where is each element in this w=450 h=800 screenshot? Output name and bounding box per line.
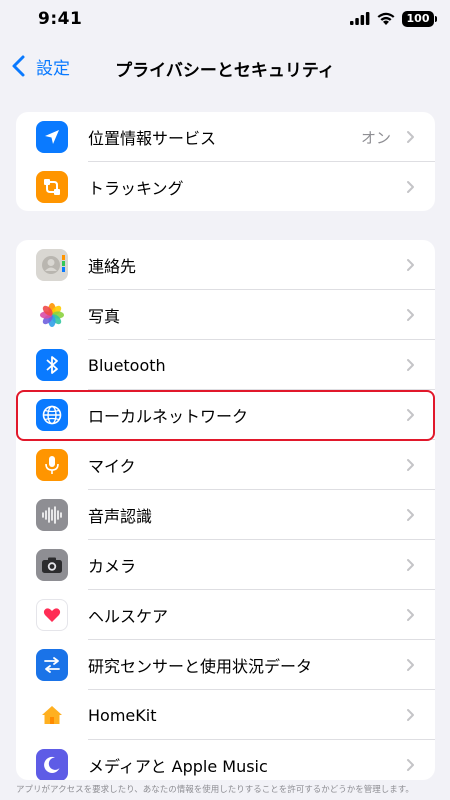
row-label: 連絡先 — [88, 257, 137, 276]
settings-group-permissions: 連絡先 写真 Bluetooth ローカルネットワーク マイク 音声認識 カメラ… — [16, 240, 435, 780]
chevron-right-icon — [407, 659, 414, 671]
row-label: メディアと Apple Music — [88, 757, 268, 776]
chevron-right-icon — [407, 459, 414, 471]
photos-icon — [36, 299, 68, 331]
heart-icon — [36, 599, 68, 631]
globe-icon — [36, 399, 68, 431]
row-label: 位置情報サービス — [88, 129, 217, 148]
row-location-services[interactable]: 位置情報サービス オン — [16, 112, 435, 162]
cellular-signal-icon — [350, 12, 370, 25]
tracking-icon — [36, 171, 68, 203]
status-bar: 9:41 100 — [0, 0, 450, 40]
row-label: 音声認識 — [88, 507, 153, 526]
row-label: HomeKit — [88, 705, 157, 725]
row-label: ヘルスケア — [88, 607, 169, 626]
settings-group-location: 位置情報サービス オン トラッキング — [16, 112, 435, 211]
row-media-apple-music[interactable]: メディアと Apple Music — [16, 740, 435, 780]
status-time: 9:41 — [38, 9, 83, 29]
row-label: マイク — [88, 457, 136, 476]
page-title: プライバシーとセキュリティ — [115, 61, 335, 81]
footer-note: アプリがアクセスを要求したり、あなたの情報を使用したりすることを許可するかどうか… — [16, 785, 414, 795]
row-label: ローカルネットワーク — [88, 407, 249, 426]
chevron-right-icon — [407, 359, 414, 371]
chevron-right-icon — [407, 131, 414, 143]
camera-icon — [36, 549, 68, 581]
research-icon — [36, 649, 68, 681]
chevron-right-icon — [407, 409, 414, 421]
chevron-right-icon — [407, 309, 414, 321]
navigation-bar: 設定 プライバシーとセキュリティ — [0, 44, 450, 88]
row-local-network[interactable]: ローカルネットワーク — [16, 390, 435, 440]
music-icon — [36, 749, 68, 780]
row-health[interactable]: ヘルスケア — [16, 590, 435, 640]
battery-icon: 100 — [402, 11, 437, 27]
row-homekit[interactable]: HomeKit — [16, 690, 435, 740]
row-label: Bluetooth — [88, 355, 166, 375]
bluetooth-icon — [36, 349, 68, 381]
chevron-right-icon — [407, 609, 414, 621]
row-label: 研究センサーと使用状況データ — [88, 657, 313, 676]
microphone-icon — [36, 449, 68, 481]
row-value: オン — [360, 128, 391, 147]
row-camera[interactable]: カメラ — [16, 540, 435, 590]
row-photos[interactable]: 写真 — [16, 290, 435, 340]
chevron-right-icon — [407, 181, 414, 193]
row-label: カメラ — [88, 557, 137, 576]
chevron-right-icon — [407, 559, 414, 571]
chevron-right-icon — [407, 759, 414, 771]
wifi-icon — [377, 12, 395, 25]
chevron-right-icon — [407, 509, 414, 521]
row-label: トラッキング — [88, 179, 184, 198]
home-icon — [36, 699, 68, 731]
row-bluetooth[interactable]: Bluetooth — [16, 340, 435, 390]
row-speech-recognition[interactable]: 音声認識 — [16, 490, 435, 540]
chevron-right-icon — [407, 709, 414, 721]
location-arrow-icon — [36, 121, 68, 153]
row-contacts[interactable]: 連絡先 — [16, 240, 435, 290]
contacts-icon — [36, 249, 68, 281]
row-research-sensor[interactable]: 研究センサーと使用状況データ — [16, 640, 435, 690]
row-label: 写真 — [88, 307, 121, 326]
waveform-icon — [36, 499, 68, 531]
chevron-right-icon — [407, 259, 414, 271]
row-tracking[interactable]: トラッキング — [16, 162, 435, 211]
row-microphone[interactable]: マイク — [16, 440, 435, 490]
